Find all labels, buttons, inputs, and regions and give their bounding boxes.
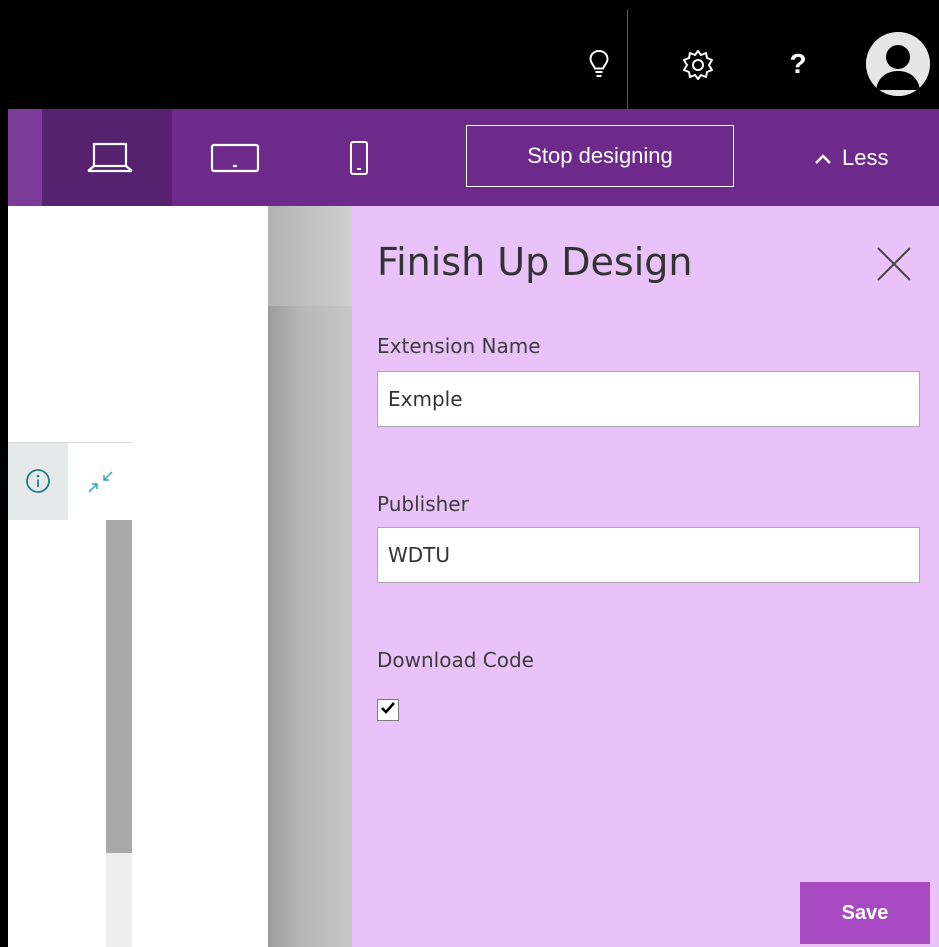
extension-name-label: Extension Name (377, 334, 541, 358)
extension-name-input[interactable] (377, 371, 920, 427)
phone-icon[interactable] (344, 136, 374, 180)
checkmark-icon (380, 701, 396, 720)
avatar-icon[interactable] (866, 32, 930, 96)
app-frame: ? Stop designing Less Finish Up Design E… (0, 0, 939, 947)
panel-title: Finish Up Design (377, 240, 693, 284)
lightbulb-icon[interactable] (585, 45, 613, 85)
top-bar-divider (627, 10, 628, 109)
stop-designing-button[interactable]: Stop designing (466, 125, 734, 187)
save-button[interactable]: Save (800, 882, 930, 944)
less-label: Less (842, 145, 889, 170)
scrollbar-track-end (106, 853, 132, 947)
collapse-icon[interactable] (86, 468, 116, 498)
scrollbar[interactable] (106, 520, 132, 853)
publisher-label: Publisher (377, 492, 469, 516)
publisher-input[interactable] (377, 527, 920, 583)
info-icon[interactable] (24, 467, 52, 495)
window-border (0, 0, 8, 947)
download-code-checkbox[interactable] (377, 699, 399, 721)
tablet-icon[interactable] (208, 140, 262, 176)
help-icon[interactable]: ? (780, 42, 816, 86)
close-icon[interactable] (874, 244, 914, 284)
canvas-shadow (268, 206, 352, 947)
download-code-label: Download Code (377, 648, 534, 672)
device-bar-edge (8, 109, 42, 206)
laptop-icon[interactable] (82, 136, 138, 180)
canvas-shadow-top (268, 206, 352, 306)
chevron-up-icon (814, 145, 832, 171)
less-toggle[interactable]: Less (814, 140, 888, 176)
gear-icon[interactable] (676, 45, 720, 85)
